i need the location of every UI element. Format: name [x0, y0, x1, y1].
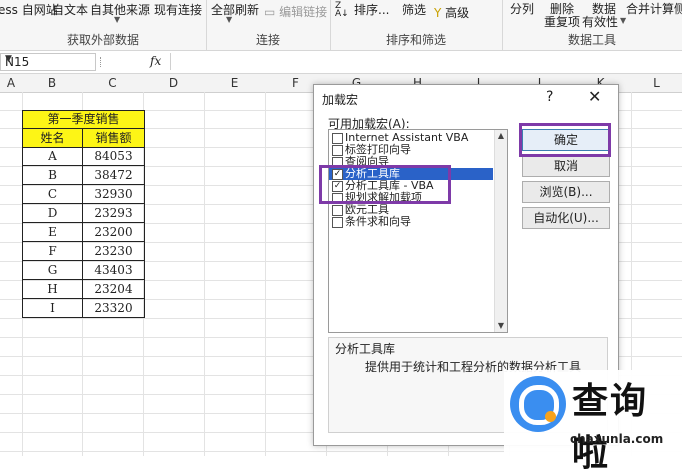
ribbon-group-label: 连接	[255, 33, 280, 47]
fx-icon[interactable]: fx	[150, 54, 161, 68]
consolidate-button[interactable]: 合并计算	[626, 0, 674, 17]
ribbon-group-connections: 全部刷新 ▼ ▭ 编辑链接 连接	[206, 0, 331, 50]
column-header-c[interactable]: C	[82, 74, 144, 93]
cell-sales[interactable]: 23293	[82, 204, 145, 223]
ribbon-group-label: 获取外部数据	[66, 33, 139, 47]
chevron-down-icon: ▼	[226, 15, 233, 24]
checkbox[interactable]	[332, 157, 343, 168]
cell-name[interactable]: F	[22, 242, 83, 261]
az-sort-icon[interactable]: Z A↓	[335, 2, 349, 19]
checkbox[interactable]	[332, 133, 343, 144]
advanced-filter-button[interactable]: Y 高级	[434, 4, 469, 21]
checkbox[interactable]	[332, 205, 343, 216]
cell-sales[interactable]: 84053	[82, 147, 145, 166]
formula-bar-separator	[100, 57, 103, 67]
checkbox[interactable]	[332, 217, 343, 228]
name-box[interactable]: N15 ▼	[0, 53, 96, 71]
cell-name[interactable]: D	[22, 204, 83, 223]
header-sales[interactable]: 销售额	[82, 128, 145, 148]
what-if-button[interactable]: 侧	[674, 0, 682, 17]
cell-name[interactable]: B	[22, 166, 83, 185]
advanced-filter-label: 高级	[445, 6, 470, 20]
cell-name[interactable]: G	[22, 261, 83, 280]
close-icon[interactable]: ✕	[588, 87, 601, 106]
cell-sales[interactable]: 23204	[82, 280, 145, 299]
from-text-button[interactable]: 自文本	[52, 1, 88, 18]
edit-links-button[interactable]: ▭ 编辑链接	[264, 3, 327, 20]
addin-description-name: 分析工具库	[335, 342, 396, 356]
ribbon-group-label: 数据工具	[567, 33, 616, 47]
search-logo-icon	[510, 376, 566, 432]
sort-button[interactable]: 排序...	[354, 1, 389, 18]
chevron-down-icon: ▼	[114, 15, 121, 24]
browse-button[interactable]: 浏览(B)...	[522, 181, 610, 203]
ribbon-group-label: 排序和筛选	[385, 33, 446, 47]
cancel-button[interactable]: 取消	[522, 155, 610, 177]
ribbon-group-data-tools: 分列 删除 重复项 数据 有效性 ▼ 合并计算 侧 数据工具	[502, 0, 682, 50]
link-icon: ▭	[264, 5, 276, 19]
column-header-a[interactable]: A	[0, 74, 23, 93]
addins-list[interactable]: Internet Assistant VBA 标签打印向导 查阅向导 ✓ 分析工…	[328, 129, 508, 333]
header-name[interactable]: 姓名	[22, 128, 83, 148]
column-header-d[interactable]: D	[143, 74, 205, 93]
refresh-all-button[interactable]: 全部刷新	[211, 1, 259, 18]
column-header-l[interactable]: L	[631, 74, 682, 93]
ok-button[interactable]: 确定	[522, 129, 610, 151]
cell-sales[interactable]: 23230	[82, 242, 145, 261]
cell-sales[interactable]: 32930	[82, 185, 145, 204]
from-web-button[interactable]: ess 自网站	[0, 1, 58, 18]
cell-name[interactable]: C	[22, 185, 83, 204]
advanced-filter-icon: Y	[434, 6, 442, 20]
list-item[interactable]: 条件求和向导	[329, 216, 493, 228]
watermark-url: chaxunla.com	[570, 432, 664, 446]
scroll-down-icon[interactable]: ▼	[495, 320, 507, 332]
cell-sales[interactable]: 38472	[82, 166, 145, 185]
column-header-e[interactable]: E	[204, 74, 266, 93]
filter-button[interactable]: 筛选	[402, 1, 426, 18]
cell-sales[interactable]: 43403	[82, 261, 145, 280]
watermark-logo: 查询啦 chaxunla.com	[504, 370, 682, 474]
ribbon-group-external-data: ess 自网站 自文本 自其他来源 ▼ 现有连接 获取外部数据	[0, 0, 207, 50]
cell-name[interactable]: I	[22, 299, 83, 318]
ribbon-group-sort-filter: Z A↓ 排序... 筛选 Y 高级 排序和筛选	[330, 0, 503, 50]
cell-sales[interactable]: 23200	[82, 223, 145, 242]
chevron-down-icon: ▼	[620, 16, 627, 25]
text-to-columns-button[interactable]: 分列	[510, 0, 534, 17]
formula-input[interactable]	[170, 53, 682, 70]
help-icon[interactable]: ?	[546, 89, 553, 105]
remove-duplicates-label-2[interactable]: 重复项	[544, 13, 580, 30]
checkbox[interactable]	[332, 145, 343, 156]
checkbox-checked[interactable]: ✓	[332, 181, 343, 192]
cell-name[interactable]: E	[22, 223, 83, 242]
chevron-down-icon[interactable]: ▼	[5, 54, 92, 64]
column-header-b[interactable]: B	[22, 74, 83, 93]
data-validation-label-2[interactable]: 有效性	[582, 13, 618, 30]
checkbox-checked[interactable]: ✓	[332, 169, 343, 180]
dialog-title: 加载宏	[322, 93, 359, 107]
logo-dot	[545, 411, 556, 422]
existing-connections-button[interactable]: 现有连接	[154, 1, 202, 18]
cell-name[interactable]: A	[22, 147, 83, 166]
formula-bar: N15 ▼ fx	[0, 51, 682, 74]
automation-button[interactable]: 自动化(U)...	[522, 207, 610, 229]
table-title[interactable]: 第一季度销售	[22, 110, 145, 129]
cell-sales[interactable]: 23320	[82, 299, 145, 318]
edit-links-label: 编辑链接	[279, 5, 328, 19]
cell-name[interactable]: H	[22, 280, 83, 299]
scroll-up-icon[interactable]: ▲	[495, 130, 507, 142]
list-item-label: 条件求和向导	[345, 215, 411, 228]
checkbox[interactable]	[332, 193, 343, 204]
watermark-chinese: 查询啦	[572, 381, 649, 474]
ribbon: ess 自网站 自文本 自其他来源 ▼ 现有连接 获取外部数据 全部刷新 ▼ ▭…	[0, 0, 682, 51]
list-scrollbar[interactable]: ▲ ▼	[494, 130, 507, 332]
